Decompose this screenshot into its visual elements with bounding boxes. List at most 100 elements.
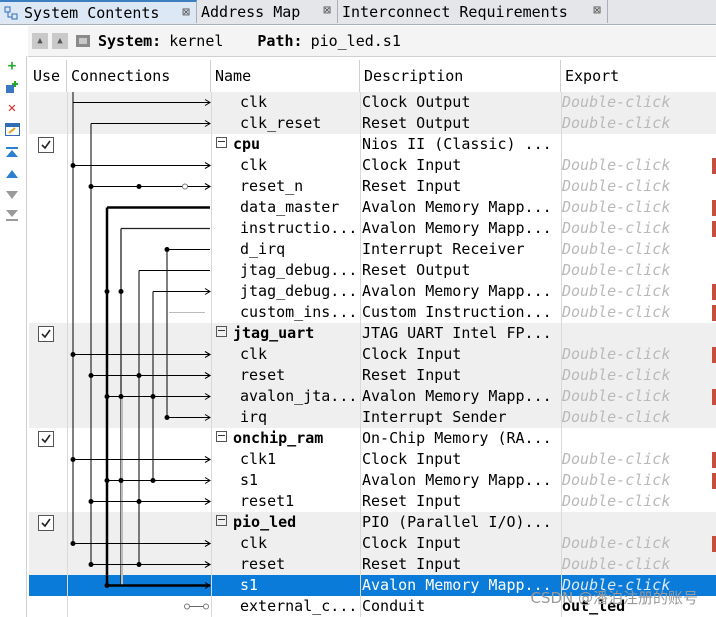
- move-up-icon[interactable]: [4, 166, 20, 182]
- name-text: clk_reset: [240, 114, 322, 132]
- table-header: Use Connections Name Description Export: [29, 60, 716, 93]
- use-checkbox[interactable]: [38, 431, 54, 447]
- system-contents-icon: [4, 6, 18, 19]
- export-cell[interactable]: Double-click: [562, 113, 716, 134]
- move-down-icon[interactable]: [4, 187, 20, 203]
- collapse-icon[interactable]: [216, 326, 227, 337]
- top-icon[interactable]: ▲: [52, 33, 68, 49]
- export-cell[interactable]: Double-click: [562, 197, 716, 218]
- header-connections[interactable]: Connections: [67, 60, 211, 92]
- export-cell[interactable]: Double-click: [562, 554, 716, 575]
- export-cell[interactable]: Double-click: [562, 260, 716, 281]
- name-text: instructio...: [240, 219, 358, 237]
- name-text: clk: [240, 345, 268, 363]
- use-cell: [29, 218, 67, 239]
- header-export[interactable]: Export: [561, 60, 716, 92]
- export-cell[interactable]: Double-click: [562, 176, 716, 197]
- use-cell: [29, 239, 67, 260]
- tab-interconnect-requirements[interactable]: Interconnect Requirements ⊠: [338, 0, 608, 23]
- connection-dot: [70, 457, 76, 462]
- connections-graph[interactable]: [65, 92, 211, 617]
- description-cell: Avalon Memory Mapp...: [362, 219, 552, 237]
- use-checkbox[interactable]: [38, 326, 54, 342]
- description-cell: Avalon Memory Mapp...: [362, 282, 552, 300]
- export-cell[interactable]: Double-click: [562, 449, 716, 470]
- export-cell[interactable]: Double-click: [562, 491, 716, 512]
- edit-icon[interactable]: [4, 121, 20, 137]
- name-text: clk: [240, 93, 268, 111]
- export-marker: [712, 452, 716, 468]
- description-cell: Nios II (Classic) ...: [362, 135, 552, 153]
- system-icon: [76, 35, 90, 47]
- close-icon[interactable]: ⊠: [593, 3, 601, 18]
- collapse-icon[interactable]: [216, 137, 227, 148]
- move-bottom-icon[interactable]: [4, 208, 20, 224]
- connection-dot: [136, 184, 142, 189]
- connection-dot: [88, 499, 94, 504]
- description-cell: Reset Input: [362, 492, 462, 510]
- name-text: cpu: [233, 135, 261, 153]
- system-contents-table: Use Connections Name Description Export …: [29, 60, 716, 617]
- export-cell[interactable]: Double-click: [562, 407, 716, 428]
- add-icon[interactable]: +: [4, 58, 20, 74]
- remove-icon[interactable]: ✕: [4, 100, 20, 116]
- use-cell: [29, 344, 67, 365]
- use-checkbox[interactable]: [38, 137, 54, 153]
- name-text: reset: [240, 366, 286, 384]
- collapse-icon[interactable]: [216, 431, 227, 442]
- description-cell: Clock Input: [362, 345, 462, 363]
- export-cell[interactable]: Double-click: [562, 470, 716, 491]
- description-cell: Avalon Memory Mapp...: [362, 471, 552, 489]
- path-label: Path:: [257, 32, 303, 50]
- use-cell: [29, 449, 67, 470]
- system-value: kernel: [169, 32, 224, 50]
- tab-system-contents[interactable]: System Contents ⊠: [0, 0, 197, 23]
- use-cell: [29, 260, 67, 281]
- connection-dot: [118, 478, 124, 483]
- close-icon[interactable]: ⊠: [182, 5, 190, 20]
- description-cell: Reset Output: [362, 114, 471, 132]
- export-cell[interactable]: Double-click: [562, 386, 716, 407]
- system-label: System:: [98, 32, 162, 50]
- component-name: onchip_ram: [211, 428, 362, 449]
- up-icon[interactable]: ▲: [32, 33, 48, 49]
- tab-bar: System Contents ⊠ Address Map ⊠ Intercon…: [0, 0, 716, 25]
- connection-dot: [164, 415, 170, 420]
- export-cell[interactable]: Double-click: [562, 92, 716, 113]
- description-cell: Reset Output: [362, 261, 471, 279]
- export-cell[interactable]: Double-click: [562, 218, 716, 239]
- name-text: jtag_debug...: [240, 261, 358, 279]
- name-text: reset: [240, 555, 286, 573]
- description-cell: Clock Input: [362, 450, 462, 468]
- close-icon[interactable]: ⊠: [323, 3, 331, 18]
- connection-dot: [118, 289, 124, 294]
- connection-dot: [150, 394, 156, 399]
- add-component-icon[interactable]: [4, 79, 20, 95]
- header-name[interactable]: Name: [211, 60, 360, 92]
- move-top-icon[interactable]: [4, 145, 20, 161]
- connection-dot: [70, 541, 76, 546]
- tab-address-map[interactable]: Address Map ⊠: [197, 0, 338, 23]
- use-cell: [29, 92, 67, 113]
- path-bar: ▲ ▲ System: kernel Path: pio_led.s1: [28, 26, 716, 57]
- export-cell[interactable]: Double-click: [562, 365, 716, 386]
- tab-label: System Contents: [24, 3, 160, 22]
- description-cell: Avalon Memory Mapp...: [362, 198, 552, 216]
- description-cell: Clock Input: [362, 534, 462, 552]
- export-cell[interactable]: Double-click: [562, 533, 716, 554]
- name-text: jtag_debug...: [240, 282, 358, 300]
- header-use[interactable]: Use: [29, 60, 67, 92]
- use-checkbox[interactable]: [38, 515, 54, 531]
- description-cell: Interrupt Receiver: [362, 240, 525, 258]
- name-text: irq: [240, 408, 268, 426]
- export-cell[interactable]: Double-click: [562, 302, 716, 323]
- export-cell[interactable]: Double-click: [562, 281, 716, 302]
- export-cell[interactable]: Double-click: [562, 239, 716, 260]
- name-text: jtag_uart: [233, 324, 315, 342]
- export-cell[interactable]: Double-click: [562, 155, 716, 176]
- connection-ring: [182, 183, 188, 190]
- use-cell: [29, 470, 67, 491]
- collapse-icon[interactable]: [216, 515, 227, 526]
- header-description[interactable]: Description: [360, 60, 561, 92]
- export-cell[interactable]: Double-click: [562, 344, 716, 365]
